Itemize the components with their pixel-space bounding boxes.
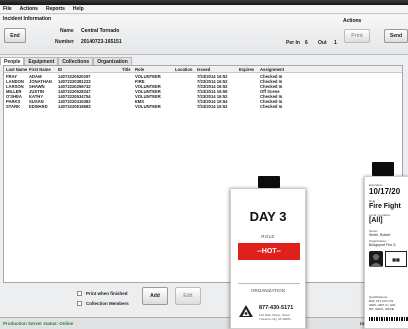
edit-button[interactable]: Edit bbox=[175, 287, 201, 305]
out-label: Out bbox=[318, 40, 327, 46]
column-header-role[interactable]: Role bbox=[135, 67, 144, 72]
id-badge-clip bbox=[372, 162, 394, 176]
table-cell: VOLUNTEER bbox=[135, 104, 161, 109]
people-table-header: Last Name First Name ID Title Role Locat… bbox=[4, 66, 402, 73]
day-pass-badge: DAY 3 ROLE --HOT-- ORGANIZATION 877-430-… bbox=[230, 188, 306, 329]
main-tabs: People Equipment Collections Organizatio… bbox=[0, 57, 132, 65]
table-cell: Checked In bbox=[260, 104, 283, 109]
badge-role-value: --HOT-- bbox=[238, 243, 300, 260]
badge-phone: 877-430-5171 bbox=[259, 305, 294, 311]
incident-name-label: Name bbox=[60, 28, 74, 34]
incident-number-label: Number bbox=[55, 39, 74, 45]
badge-divider bbox=[238, 283, 300, 284]
menu-bar: File Actions Reports Help bbox=[0, 5, 408, 14]
out-value: 1 bbox=[334, 40, 337, 46]
id-role-value: Fire Fight bbox=[369, 203, 401, 210]
person-silhouette-icon bbox=[370, 254, 382, 267]
add-button[interactable]: Add bbox=[142, 287, 168, 305]
id-level-value: [All] bbox=[369, 217, 383, 224]
column-header-assignment[interactable]: Assignment bbox=[260, 67, 284, 72]
column-header-expires[interactable]: Expires bbox=[239, 67, 254, 72]
incident-information-panel: Incident Information End Name Central To… bbox=[0, 15, 408, 55]
id-name-value: Smith, Robert bbox=[369, 233, 391, 237]
print-when-finished-checkbox[interactable] bbox=[77, 291, 82, 296]
collection-members-label: Collection Members bbox=[86, 301, 129, 306]
end-button[interactable]: End bbox=[4, 28, 26, 43]
tab-equipment[interactable]: Equipment bbox=[24, 57, 59, 65]
incident-section-title: Incident Information bbox=[3, 16, 52, 22]
actions-section-title: Actions bbox=[343, 18, 362, 24]
print-button[interactable]: Print bbox=[344, 29, 370, 43]
badge-clip bbox=[258, 176, 280, 188]
bottom-controls: Print when finished Collection Members A… bbox=[0, 283, 408, 317]
column-header-first-name[interactable]: First Name bbox=[29, 67, 51, 72]
column-header-last-name[interactable]: Last Name bbox=[6, 67, 27, 72]
people-table[interactable]: Last Name First Name ID Title Role Locat… bbox=[3, 65, 403, 283]
tab-collections[interactable]: Collections bbox=[58, 57, 94, 65]
id-expiration-value: 10/17/20 bbox=[369, 187, 401, 196]
per-in-value: 6 bbox=[305, 40, 308, 46]
tab-people[interactable]: People bbox=[0, 57, 25, 65]
badge-role-label: ROLE bbox=[261, 234, 275, 239]
incident-name-value: Central Tornado bbox=[81, 28, 120, 34]
column-header-title[interactable]: Title bbox=[122, 67, 131, 72]
id-badge: Expiration: 10/17/20 Role: Fire Fight Le… bbox=[364, 176, 408, 329]
per-in-label: Per In bbox=[286, 40, 300, 46]
status-bar: Production Server status: Online nnected… bbox=[0, 317, 408, 329]
badge-address-line2: Traverse City, MI 49684 bbox=[259, 317, 291, 321]
id-barcode-box: ▦▦ bbox=[385, 251, 407, 267]
badge-day-title: DAY 3 bbox=[249, 209, 287, 224]
table-row[interactable]: STARK EDWARD 14072220519683 VOLUNTEER 7/23/2… bbox=[4, 104, 402, 109]
incident-management-window: File Actions Reports Help Incident Infor… bbox=[0, 0, 408, 329]
id-photo-placeholder bbox=[369, 251, 383, 267]
column-header-id[interactable]: ID bbox=[58, 67, 62, 72]
incident-number-value: 20140723-165151 bbox=[81, 39, 122, 45]
menu-help[interactable]: Help bbox=[73, 6, 84, 12]
tab-organization[interactable]: Organization bbox=[93, 57, 132, 65]
column-header-location[interactable]: Location bbox=[175, 67, 192, 72]
table-cell: 14072220519683 bbox=[58, 104, 91, 109]
id-qualifications-line3: RIT, VEHX, WFCE bbox=[369, 307, 394, 311]
column-header-issued[interactable]: Issued bbox=[197, 67, 210, 72]
table-cell: STARK bbox=[6, 104, 21, 109]
server-status-text: Production Server status: Online bbox=[3, 321, 74, 326]
id-barcode-strip bbox=[369, 317, 408, 321]
collection-members-checkbox[interactable] bbox=[77, 301, 82, 306]
badge-organization-label: ORGANIZATION bbox=[251, 288, 285, 293]
organization-logo-icon bbox=[239, 305, 253, 317]
print-when-finished-label: Print when finished bbox=[86, 291, 128, 296]
menu-file[interactable]: File bbox=[3, 6, 12, 12]
menu-reports[interactable]: Reports bbox=[46, 6, 65, 12]
table-cell: EDWARD bbox=[29, 104, 48, 109]
send-button[interactable]: Send bbox=[384, 29, 408, 43]
table-cell: 7/23/2014 16:52 bbox=[197, 104, 228, 109]
id-organization-value: Bridgeport Fire D bbox=[369, 243, 396, 247]
menu-actions[interactable]: Actions bbox=[20, 6, 38, 12]
